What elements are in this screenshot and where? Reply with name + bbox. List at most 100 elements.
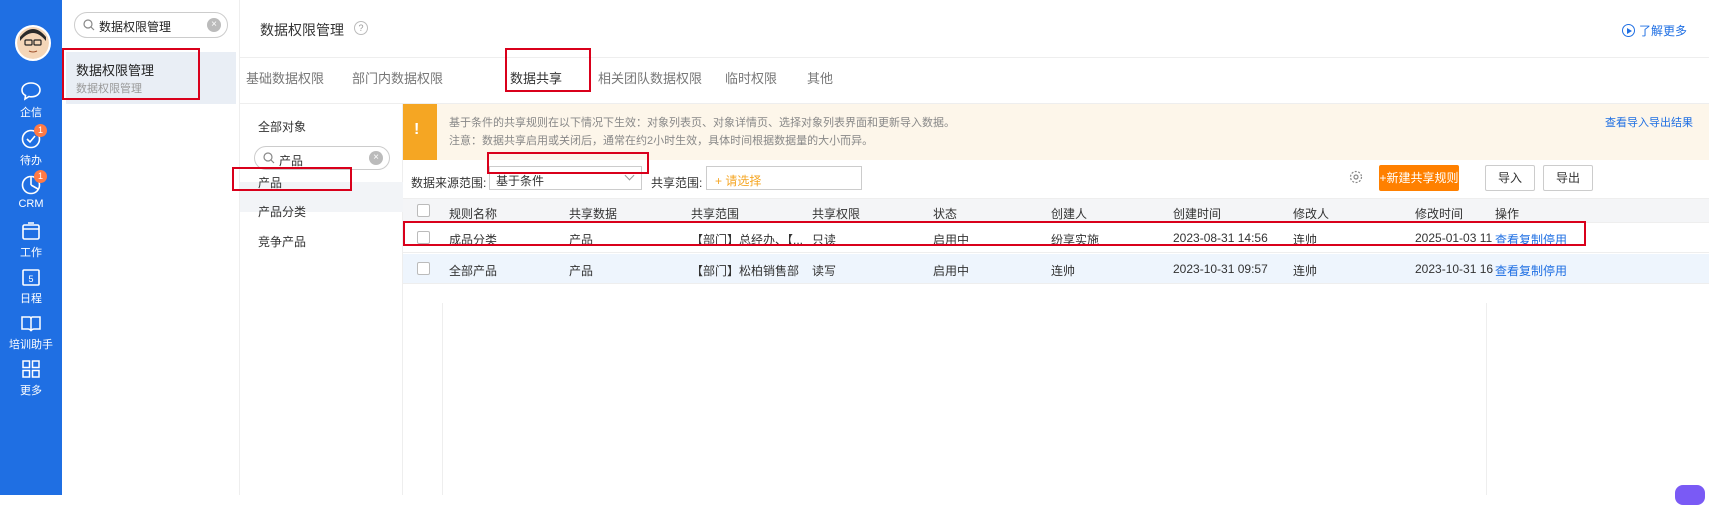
cell-share-permission: 读写 (812, 264, 837, 278)
object-item-product[interactable]: 产品 (258, 174, 282, 191)
view-link[interactable]: 查看 (1495, 231, 1519, 248)
learn-more-link[interactable]: 了解更多 (1621, 22, 1687, 39)
cell-rule-name: 全部产品 (449, 264, 498, 278)
todo-badge: 1 (34, 124, 47, 137)
warning-icon: ! (403, 104, 437, 160)
cell-status: 启用中 (933, 264, 970, 278)
rail-item-schedule[interactable]: 5 日程 (0, 266, 62, 306)
col-modifier[interactable]: 修改人 (1293, 205, 1329, 222)
rail-label: 工作 (20, 247, 42, 259)
col-share-permission[interactable]: 共享权限 (812, 205, 860, 222)
row-checkbox[interactable] (417, 262, 430, 275)
table-row[interactable]: 全部产品 产品 【部门】松柏销售部 读写 启用中 连帅 2023-10-31 0… (403, 254, 1709, 284)
cell-share-data: 产品 (569, 264, 594, 278)
object-list-header: 全部对象 (258, 120, 307, 134)
table-header: 规则名称 共享数据 共享范围 共享权限 状态 创建人 创建时间 修改人 修改时间… (403, 198, 1709, 223)
rail-label: CRM (18, 198, 44, 210)
tab-other[interactable]: 其他 (807, 68, 833, 87)
briefcase-icon (22, 222, 40, 240)
page-title: 数据权限管理 (260, 22, 344, 38)
grid-icon (22, 360, 40, 378)
import-button[interactable]: 导入 (1485, 165, 1535, 191)
rail-label: 企信 (20, 107, 42, 119)
cell-modified-time: 2025-01-03 11:2 (1415, 231, 1493, 245)
menu-item-data-permission[interactable]: 数据权限管理 数据权限管理 (66, 52, 236, 104)
disable-link[interactable]: 停用 (1543, 231, 1567, 248)
copy-link[interactable]: 复制 (1519, 262, 1543, 279)
learn-more-label: 了解更多 (1638, 24, 1687, 38)
disable-link[interactable]: 停用 (1543, 262, 1567, 279)
calendar-day: 5 (28, 274, 33, 284)
source-range-select[interactable]: 基于条件 (489, 166, 642, 190)
clear-icon[interactable]: × (207, 18, 221, 32)
menu-item-subtitle: 数据权限管理 (76, 83, 142, 95)
clear-icon[interactable]: × (369, 151, 383, 165)
rail-item-work[interactable]: 工作 (0, 220, 62, 260)
object-item-competitor-product[interactable]: 竞争产品 (258, 233, 306, 250)
col-actions: 操作 (1495, 207, 1520, 221)
col-creator[interactable]: 创建人 (1051, 205, 1087, 222)
left-rail: 企信 1 待办 1 CRM 工作 5 日程 培训助手 更多 (0, 0, 62, 495)
calendar-icon: 5 (22, 269, 40, 286)
notice-line-2: 注意：数据共享启用或关闭后，通常在约2小时生效，具体时间根据数据量的大小而异。 (449, 135, 874, 147)
import-export-result-link[interactable]: 查看导入导出结果 (1605, 114, 1693, 130)
tab-department[interactable]: 部门内数据权限 (352, 68, 443, 87)
tab-team[interactable]: 相关团队数据权限 (598, 68, 702, 87)
cell-share-scope: 【部门】松柏销售部 (691, 264, 800, 278)
cell-rule-name: 成品分类 (449, 233, 498, 247)
chevron-down-icon (624, 170, 635, 181)
menu-search-value: 数据权限管理 (99, 20, 172, 34)
table-row[interactable]: 成品分类 产品 【部门】总经办、【... 只读 启用中 纷享实施 2023-08… (403, 223, 1709, 253)
rail-item-qixin[interactable]: 企信 (0, 80, 62, 120)
col-modified-time[interactable]: 修改时间 (1415, 205, 1463, 222)
object-panel: 全部对象 产品 × 产品 产品分类 竞争产品 (232, 104, 403, 495)
source-range-value: 基于条件 (496, 174, 545, 188)
rail-label: 更多 (20, 385, 42, 397)
share-range-picker[interactable]: + 请选择 (706, 166, 862, 190)
rail-item-todo[interactable]: 1 待办 (0, 124, 62, 168)
sub-menu: 数据权限管理 × 数据权限管理 数据权限管理 (62, 0, 240, 495)
col-share-scope[interactable]: 共享范围 (691, 205, 739, 222)
view-link[interactable]: 查看 (1495, 262, 1519, 279)
cell-status: 启用中 (933, 233, 970, 247)
search-icon (263, 152, 275, 164)
search-icon (83, 19, 95, 31)
col-status[interactable]: 状态 (933, 205, 957, 222)
cell-creator: 纷享实施 (1051, 233, 1100, 247)
menu-search-input[interactable]: 数据权限管理 × (74, 12, 228, 38)
rail-item-training[interactable]: 培训助手 (0, 312, 62, 352)
rail-item-more[interactable]: 更多 (0, 358, 62, 398)
new-share-rule-button[interactable]: +新建共享规则 (1379, 165, 1459, 191)
cell-created-time: 2023-10-31 09:57 (1173, 262, 1268, 276)
object-search-value: 产品 (279, 154, 304, 168)
tab-data-share[interactable]: 数据共享 (510, 68, 562, 87)
export-button[interactable]: 导出 (1543, 165, 1593, 191)
copy-link[interactable]: 复制 (1519, 231, 1543, 248)
row-checkbox[interactable] (417, 231, 430, 244)
tab-basic[interactable]: 基础数据权限 (246, 68, 324, 87)
main-panel: 数据权限管理 ? 了解更多 基础数据权限 部门内数据权限 数据共享 相关团队数据… (232, 0, 1709, 505)
select-all-checkbox[interactable] (417, 204, 430, 217)
col-created-time[interactable]: 创建时间 (1173, 205, 1221, 222)
col-share-data[interactable]: 共享数据 (569, 205, 617, 222)
rail-item-crm[interactable]: 1 CRM (0, 170, 62, 210)
source-range-label: 数据来源范围: (411, 176, 487, 190)
settings-icon[interactable] (1349, 170, 1363, 184)
rules-content: ! 基于条件的共享规则在以下情况下生效：对象列表页、对象详情页、选择对象列表界面… (403, 104, 1709, 505)
help-icon[interactable]: ? (354, 21, 368, 35)
avatar[interactable] (15, 25, 51, 61)
share-range-label: 共享范围: (651, 176, 703, 190)
cell-modifier: 连帅 (1293, 264, 1318, 278)
cell-modifier: 连帅 (1293, 233, 1318, 247)
cell-creator: 连帅 (1051, 264, 1076, 278)
tab-temporary[interactable]: 临时权限 (725, 68, 777, 87)
cell-share-scope: 【部门】总经办、【... (691, 233, 803, 247)
book-icon (21, 316, 41, 332)
object-item-product-category[interactable]: 产品分类 (258, 203, 306, 220)
divider (1486, 303, 1487, 495)
share-range-placeholder: + 请选择 (715, 174, 762, 188)
rail-label: 待办 (20, 155, 42, 167)
object-search-input[interactable]: 产品 × (254, 146, 390, 170)
col-rule-name[interactable]: 规则名称 (449, 205, 497, 222)
floating-assistant-icon[interactable] (1675, 485, 1705, 505)
